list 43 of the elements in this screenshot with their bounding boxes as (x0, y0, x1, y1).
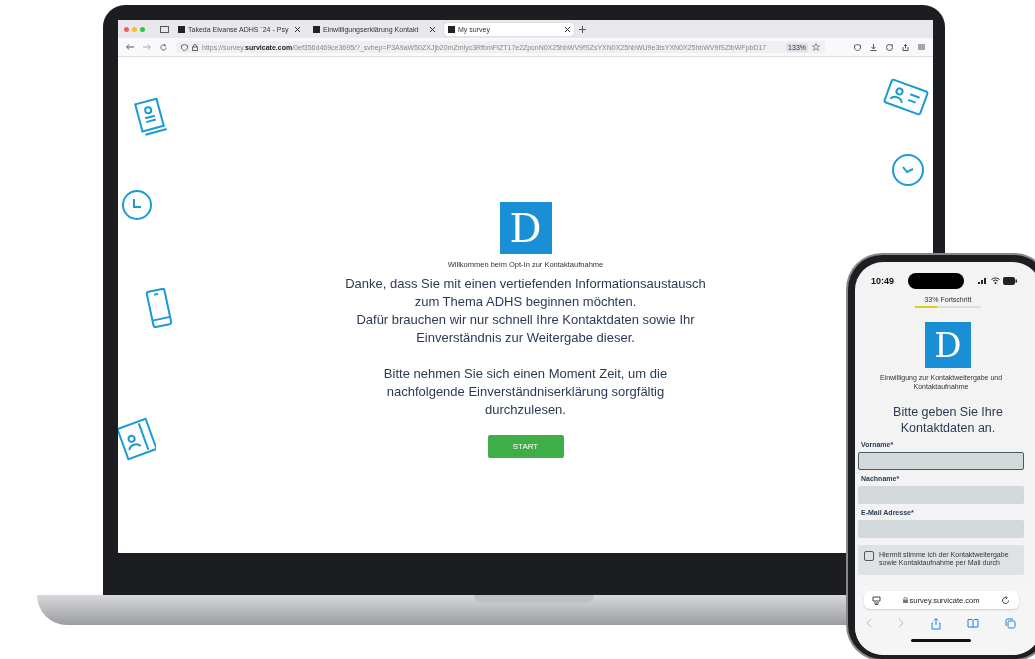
lock-icon[interactable] (192, 43, 198, 51)
logo: D (925, 322, 971, 368)
shield-icon[interactable] (181, 43, 188, 51)
battery-icon (1003, 276, 1017, 285)
id-card-icon (133, 97, 167, 137)
clock-icon (891, 153, 925, 187)
wifi-icon (991, 277, 1000, 284)
form-heading: Bitte geben Sie Ihre Kontaktdaten an. (892, 404, 1004, 436)
close-icon[interactable] (565, 26, 570, 32)
new-tab-icon[interactable] (579, 25, 586, 33)
reload-icon[interactable] (160, 43, 167, 51)
close-icon[interactable] (295, 26, 300, 32)
dynamic-island (908, 272, 964, 289)
favicon-icon (313, 25, 320, 33)
input-field[interactable] (858, 486, 1024, 504)
favicon-icon (178, 25, 185, 33)
share-icon[interactable] (902, 43, 909, 51)
lock-icon (902, 597, 908, 603)
signal-icon (978, 277, 988, 284)
back-icon[interactable] (126, 44, 134, 50)
shield-icon[interactable] (854, 43, 861, 51)
intro-text: Danke, dass Sie mit einen vertiefenden Informationsaustausch zum Thema ADHS beginnen möchten. Dafür brauchen wir nur schnell Ihre Kontaktdaten sowie Ihr Einverständnis zur Weitergabe dieser. (345, 275, 706, 347)
input-field[interactable] (858, 520, 1024, 538)
close-icon[interactable] (430, 26, 435, 32)
page-menu-icon[interactable] (871, 595, 881, 605)
tabs-icon[interactable] (1005, 618, 1016, 629)
account-icon[interactable] (886, 43, 893, 51)
download-icon[interactable] (870, 43, 877, 51)
contact-card-icon (883, 77, 929, 117)
favicon-icon (448, 25, 455, 33)
smartphone-icon (144, 287, 174, 329)
input-field[interactable] (858, 452, 1024, 470)
bookmark-star-icon[interactable] (812, 43, 820, 51)
instruction-text: Bitte nehmen Sie sich einen Moment Zeit, um die nachfolgende Einverständniserklärung sorgfältig durchzulesen. (383, 365, 668, 419)
tab-overview-icon[interactable] (160, 25, 169, 33)
logo: D (499, 202, 552, 254)
consent-checkbox[interactable] (864, 551, 874, 561)
clock-icon (121, 189, 153, 221)
bookmarks-icon[interactable] (966, 618, 979, 628)
home-indicator (911, 639, 971, 642)
contact-card-icon (118, 417, 156, 461)
reload-icon[interactable] (1001, 595, 1011, 605)
status-time: 10:49 (871, 275, 895, 286)
